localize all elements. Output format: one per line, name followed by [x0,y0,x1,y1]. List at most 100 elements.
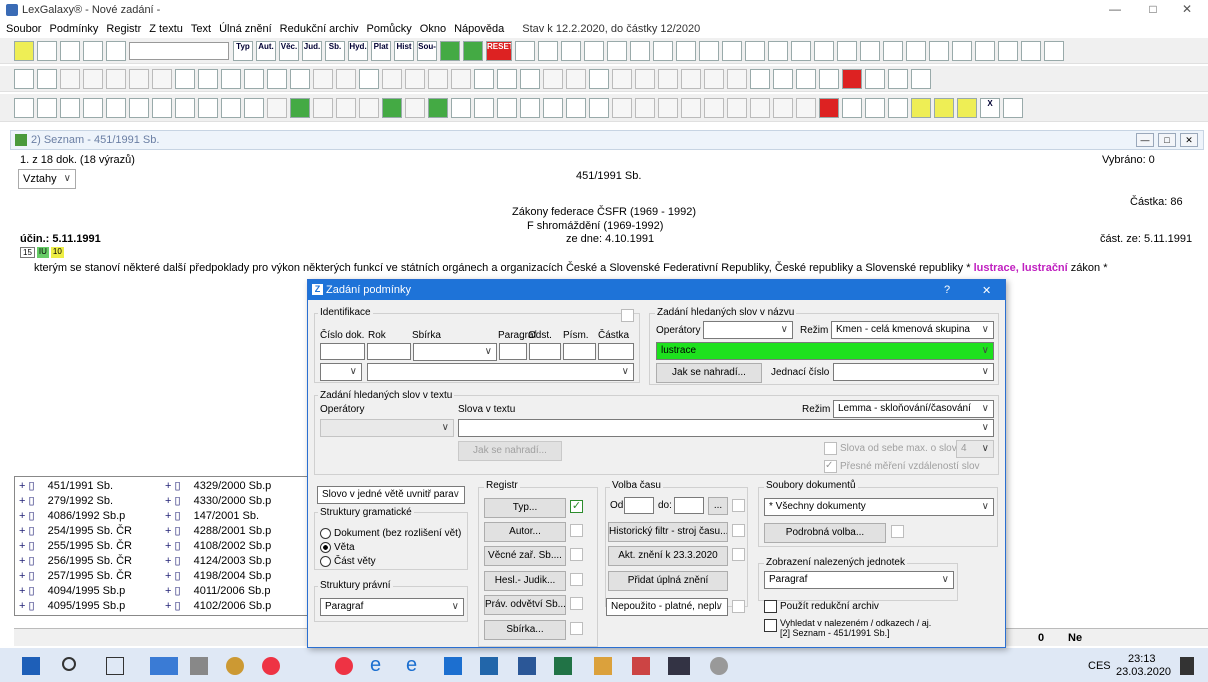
list-item[interactable]: + ▯ 147/2001 Sb. [165,509,259,522]
slova-od-select[interactable]: 4 [956,440,994,458]
text-operatory-select[interactable] [320,419,454,437]
tb-icon[interactable] [451,68,471,89]
list-item[interactable]: + ▯ 4102/2006 Sb.p [165,599,271,612]
tb-icon[interactable] [106,68,126,89]
nazev-operatory-select[interactable] [703,321,793,339]
nazev-jak-se-nahradi-button[interactable]: Jak se nahradí... [656,363,762,383]
tb-typ-button[interactable]: Typ [233,40,253,61]
registr-hesl-button[interactable]: Hesl.- Judik... [484,571,566,591]
list-item[interactable]: + ▯ 4011/2006 Sb.p [165,584,270,597]
tb-icon[interactable] [313,97,333,118]
list-item[interactable]: + ▯ 4288/2001 Sb.p [165,524,271,537]
tb-vec-button[interactable]: Věc. [279,40,299,61]
tb-icon[interactable] [814,40,834,61]
registr-sbirka-button[interactable]: Sbírka... [484,620,566,640]
list-item[interactable]: + ▯ 257/1995 Sb. ČR [19,569,132,582]
app-taskbar-icon[interactable] [444,657,462,675]
expand-doc-icon[interactable]: + ▯ [19,585,38,597]
radio-dokument[interactable] [320,528,331,539]
tb-icon[interactable] [474,68,494,89]
tb-icon[interactable] [515,40,535,61]
mdi-minimize-button[interactable]: — [1136,133,1154,147]
expand-doc-icon[interactable]: + ▯ [19,540,38,552]
tb-icon[interactable] [929,40,949,61]
sbirka-select[interactable] [413,343,497,361]
tb-icon[interactable] [704,68,724,89]
tb-reset-button[interactable]: RESET [486,40,512,61]
tb-icon[interactable] [676,40,696,61]
tb-icon[interactable] [152,68,172,89]
tb-icon[interactable] [819,97,839,118]
tb-icon[interactable] [129,68,149,89]
tb-icon[interactable] [957,97,977,118]
tb-icon[interactable] [497,97,517,118]
tb-icon[interactable] [911,68,931,89]
registr-vecne-checkbox[interactable] [570,548,583,561]
tb-icon[interactable] [37,68,57,89]
tb-icon[interactable] [612,97,632,118]
tb-icon[interactable] [906,40,926,61]
tb-icon[interactable] [819,68,839,89]
notification-icon[interactable] [1180,657,1194,675]
menu-registr[interactable]: Registr [106,23,141,35]
tb-icon[interactable] [198,68,218,89]
tb-icon[interactable] [566,97,586,118]
tb-jud-button[interactable]: Jud. [302,40,322,61]
registr-autor-button[interactable]: Autor... [484,522,566,542]
radio-cast-vety[interactable] [320,556,331,567]
tb-icon[interactable] [463,40,483,61]
expand-doc-icon[interactable]: + ▯ [19,525,38,537]
tb-icon[interactable] [658,97,678,118]
star-icon[interactable] [842,68,862,89]
registr-hesl-checkbox[interactable] [570,573,583,586]
tb-icon[interactable] [635,97,655,118]
tb-icon[interactable] [14,97,34,118]
zobrazeni-select[interactable]: Paragraf [764,571,954,589]
app-taskbar-icon[interactable] [150,657,178,675]
ie-icon[interactable]: e [370,655,388,675]
tb-icon[interactable] [750,68,770,89]
tb-icon[interactable] [106,40,126,61]
tb-icon[interactable] [699,40,719,61]
tb-icon[interactable] [653,40,673,61]
tb-icon[interactable] [83,97,103,118]
registr-typ-button[interactable]: Typ... [484,498,566,518]
tb-icon[interactable] [681,97,701,118]
expand-doc-icon[interactable]: + ▯ [165,555,184,567]
ident-select-1[interactable] [320,363,362,381]
tb-icon[interactable] [83,40,103,61]
tb-icon[interactable] [359,68,379,89]
tb-icon[interactable] [106,97,126,118]
tb-icon[interactable] [405,97,425,118]
identifikace-checkbox[interactable] [621,309,634,322]
list-item[interactable]: + ▯ 4086/1992 Sb.p [19,509,125,522]
tb-icon[interactable] [244,97,264,118]
menu-text[interactable]: Text [191,23,211,35]
registr-prav-checkbox[interactable] [570,597,583,610]
lexgalaxy-taskbar-icon[interactable] [668,657,690,675]
tb-icon[interactable] [888,97,908,118]
tb-icon[interactable] [290,68,310,89]
tb-icon[interactable] [382,97,402,118]
pism-input[interactable] [563,343,596,360]
app-taskbar-icon[interactable] [335,657,353,675]
presne-checkbox[interactable]: ✓ [824,460,837,473]
rok-input[interactable] [367,343,411,360]
tb-icon[interactable] [37,40,57,61]
excel-icon[interactable] [554,657,572,675]
clock-date[interactable]: 23.03.2020 [1116,666,1171,678]
tb-icon[interactable] [888,68,908,89]
menu-podminky[interactable]: Podmínky [49,23,98,35]
close-button[interactable]: ✕ [1172,2,1202,18]
platnost-select[interactable]: Nepoužito - platné, nepl. [606,598,728,616]
tb-icon[interactable] [607,40,627,61]
vztahy-dropdown[interactable]: Vztahy [18,169,76,189]
list-item[interactable]: + ▯ 4330/2000 Sb.p [165,494,271,507]
tb-icon[interactable] [1021,40,1041,61]
tb-icon[interactable] [860,40,880,61]
tb-icon[interactable] [658,68,678,89]
tb-icon[interactable] [428,68,448,89]
pridat-uplna-zneni-button[interactable]: Přidat úplná znění [608,571,728,591]
tb-icon[interactable] [773,68,793,89]
tb-icon[interactable] [952,40,972,61]
